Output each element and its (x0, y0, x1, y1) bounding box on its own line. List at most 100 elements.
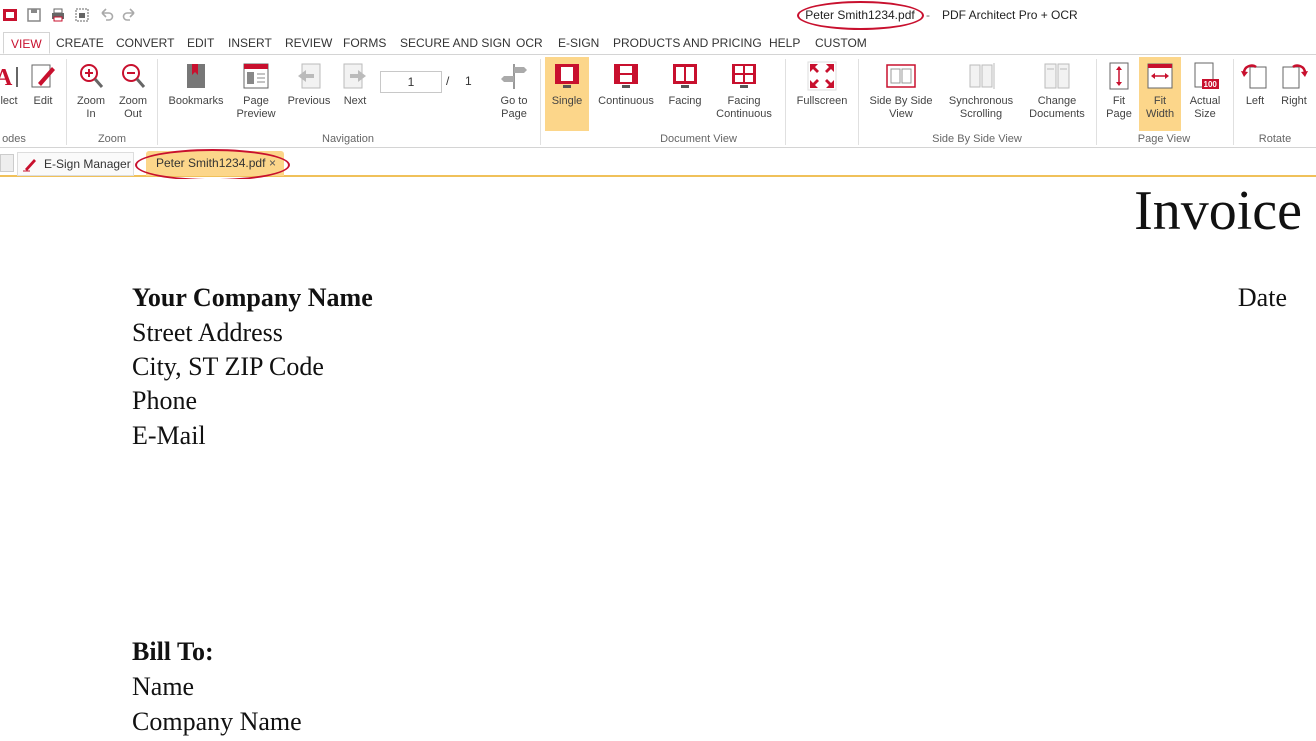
fit-width-icon (1147, 63, 1173, 89)
page-view-group-label: Page View (1137, 133, 1191, 145)
fullscreen-label: Fullscreen (796, 95, 848, 107)
tab-view[interactable]: VIEW (3, 32, 50, 54)
document-view-group-label: Document View (660, 133, 737, 145)
tab-forms[interactable]: FORMS (336, 32, 393, 54)
tab-insert[interactable]: INSERT (221, 32, 279, 54)
window-title-separator: - (926, 8, 930, 22)
rotate-left-label: Left (1245, 95, 1265, 107)
current-page-input[interactable]: 1 (380, 71, 442, 93)
street-address: Street Address (132, 318, 283, 347)
city-state-zip: City, ST ZIP Code (132, 352, 324, 381)
tab-help[interactable]: HELP (762, 32, 807, 54)
fit-page-button[interactable]: Fit Page (1100, 57, 1138, 131)
fit-width-button[interactable]: Fit Width (1139, 57, 1181, 131)
rotate-left-button[interactable]: Left (1237, 57, 1273, 131)
redo-icon[interactable] (122, 7, 138, 23)
tab-review[interactable]: REVIEW (278, 32, 339, 54)
continuous-view-label: Continuous (598, 95, 654, 107)
zoom-group-label: Zoom (97, 133, 127, 145)
tab-e-sign[interactable]: E-SIGN (551, 32, 606, 54)
zoom-out-button[interactable]: Zoom Out (114, 57, 152, 131)
page-preview-label: Page Preview (236, 95, 276, 120)
bill-to-heading: Bill To: (132, 637, 214, 666)
synchronous-scrolling-button[interactable]: Synchronous Scrolling (942, 57, 1020, 131)
tab-create[interactable]: CREATE (49, 32, 111, 54)
go-to-page-button[interactable]: Go to Page (492, 57, 536, 131)
actual-size-badge: 100 (1204, 80, 1218, 89)
zoom-out-icon (122, 64, 146, 88)
facing-view-label: Facing (668, 95, 702, 107)
previous-page-label: Previous (287, 95, 331, 107)
bill-to-company-name: Company Name (132, 707, 302, 736)
facing-continuous-icon (732, 64, 756, 88)
select-mode-label: elect (0, 95, 18, 107)
bookmarks-button[interactable]: Bookmarks (164, 57, 228, 131)
tab-products-and-pricing[interactable]: PRODUCTS AND PRICING (606, 32, 769, 54)
fullscreen-button[interactable]: Fullscreen (792, 57, 852, 131)
zoom-out-label: Zoom Out (118, 95, 148, 120)
rotate-right-icon (1282, 64, 1308, 89)
group-divider (540, 59, 541, 145)
zoom-in-icon (80, 64, 104, 88)
print-preview-icon[interactable] (74, 7, 90, 23)
side-by-side-group-label: Side By Side View (932, 133, 1022, 145)
invoice-date-label: Date (1237, 283, 1287, 312)
single-view-label: Single (551, 95, 583, 107)
fullscreen-icon (807, 61, 837, 91)
change-documents-button[interactable]: Change Documents (1024, 57, 1090, 131)
group-divider (1233, 59, 1234, 145)
document-tab-bar: E-Sign Manager Peter Smith1234.pdf × (0, 149, 1316, 181)
next-page-button[interactable]: Next (336, 57, 374, 131)
undo-icon[interactable] (98, 7, 114, 23)
window-title-app-name: PDF Architect Pro + OCR (942, 8, 1078, 22)
rotate-group-label: Rotate (1258, 133, 1292, 145)
select-mode-button[interactable]: A elect (0, 57, 24, 131)
total-pages: 1 (465, 74, 472, 88)
page-preview-button[interactable]: Page Preview (232, 57, 280, 131)
fit-page-label: Fit Page (1106, 95, 1132, 120)
fit-page-icon (1109, 62, 1129, 90)
facing-continuous-label: Facing Continuous (716, 95, 772, 120)
previous-page-button[interactable]: Previous (284, 57, 334, 131)
side-by-side-view-label: Side By Side View (869, 95, 933, 120)
single-view-button[interactable]: Single (545, 57, 589, 131)
previous-page-icon (298, 63, 321, 89)
rotate-left-icon (1241, 64, 1267, 89)
next-page-label: Next (343, 95, 367, 107)
tab-convert[interactable]: CONVERT (109, 32, 181, 54)
app-logo-icon[interactable] (2, 7, 18, 23)
facing-view-button[interactable]: Facing (664, 57, 706, 131)
tab-e-sign-manager[interactable]: E-Sign Manager (17, 152, 134, 176)
e-sign-manager-label: E-Sign Manager (44, 157, 131, 171)
synchronous-scrolling-label: Synchronous Scrolling (948, 95, 1014, 120)
tab-secure-and-sign[interactable]: SECURE AND SIGN (393, 32, 518, 54)
menu-bar: VIEW CREATE CONVERT EDIT INSERT REVIEW F… (0, 30, 1316, 54)
tab-ocr[interactable]: OCR (509, 32, 550, 54)
e-sign-pen-icon (23, 159, 36, 172)
zoom-in-button[interactable]: Zoom In (72, 57, 110, 131)
bill-to-name: Name (132, 672, 195, 701)
ribbon-toolbar: A elect Edit odes Zoom In Zoom Out Zoom … (0, 54, 1316, 148)
zoom-in-label: Zoom In (76, 95, 106, 120)
synchronous-scrolling-icon (969, 63, 995, 89)
print-icon[interactable] (50, 7, 66, 23)
continuous-view-button[interactable]: Continuous (593, 57, 659, 131)
actual-size-button[interactable]: 100 Actual Size (1184, 57, 1226, 131)
fit-width-label: Fit Width (1145, 95, 1175, 120)
facing-continuous-view-button[interactable]: Facing Continuous (710, 57, 778, 131)
edit-mode-button[interactable]: Edit (26, 57, 60, 131)
document-page: Invoice Date Your Company Name Street Ad… (0, 179, 1316, 741)
save-icon[interactable] (26, 7, 42, 23)
continuous-view-icon (614, 64, 638, 88)
rotate-right-button[interactable]: Right (1276, 57, 1312, 131)
bookmarks-icon (187, 64, 205, 88)
phone: Phone (132, 386, 197, 415)
invoice-title: Invoice (1134, 180, 1302, 242)
tab-custom[interactable]: CUSTOM (808, 32, 874, 54)
next-page-icon (343, 63, 366, 89)
side-by-side-icon (886, 64, 916, 88)
home-tab[interactable] (0, 154, 14, 172)
modes-group-label: odes (2, 133, 26, 145)
side-by-side-view-button[interactable]: Side By Side View (866, 57, 936, 131)
tab-edit[interactable]: EDIT (180, 32, 221, 54)
